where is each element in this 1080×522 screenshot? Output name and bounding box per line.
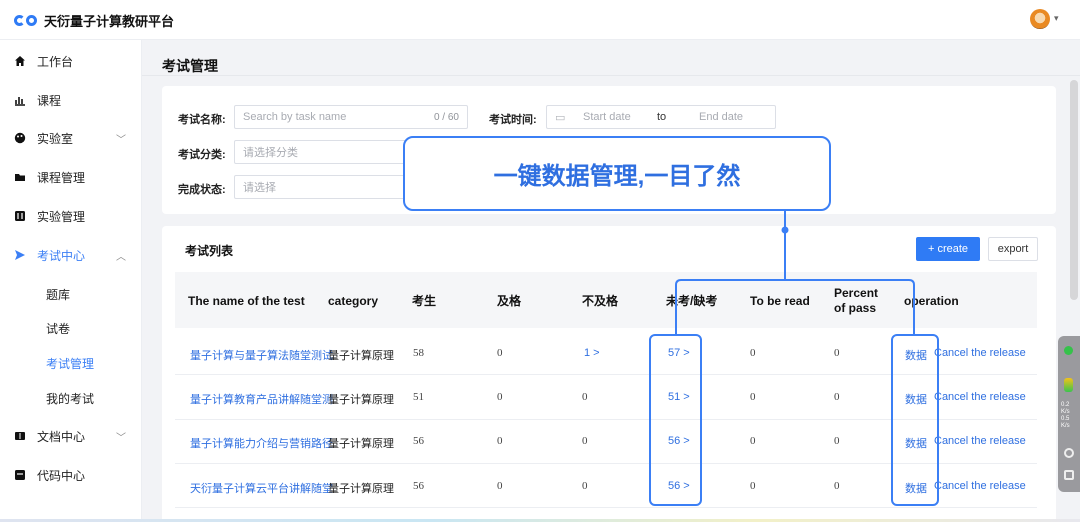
column-header-name: The name of the test (188, 294, 305, 308)
sidebar-item-code[interactable]: 代码中心 (0, 457, 142, 493)
sidebar-item-lab[interactable]: 实验室 ﹀ (0, 120, 142, 156)
exam-name-link[interactable]: 量子计算教育产品讲解随堂测 (190, 391, 333, 407)
table-cell-examinees: 51 (413, 391, 424, 403)
completion-status-select[interactable]: 请选择 (234, 175, 414, 199)
table-cell-pass: 0 (497, 347, 503, 359)
cancel-release-button[interactable]: Cancel the release (934, 480, 1026, 492)
table-cell-pass: 0 (497, 435, 503, 447)
exam-category-select[interactable]: 请选择分类 (234, 140, 414, 164)
export-button[interactable]: export (988, 237, 1038, 261)
calendar-icon: ▭ (555, 112, 566, 124)
highlight-absent-column (649, 334, 702, 506)
table-cell-category: 量子计算原理 (328, 350, 394, 362)
grid-icon (14, 210, 26, 222)
sidebar-item-course-management[interactable]: 课程管理 (0, 159, 142, 195)
table-cell-percent: 0 (834, 391, 840, 403)
exam-list-title: 考试列表 (185, 244, 234, 258)
table-cell-to-be-read: 0 (750, 347, 756, 359)
fail-count-link[interactable]: 1 > (584, 347, 600, 359)
table-cell-percent: 0 (834, 347, 840, 359)
exam-category-label: 考试分类: (178, 149, 226, 161)
table-cell-to-be-read: 0 (750, 435, 756, 447)
code-icon (14, 469, 26, 481)
sidebar-item-exam-center[interactable]: 考试中心 ︿ (0, 237, 142, 273)
date-range-picker[interactable]: ▭ Start date to End date (546, 105, 776, 129)
table-cell-category: 量子计算原理 (328, 394, 394, 406)
palette-icon (14, 132, 26, 144)
table-cell-pass: 0 (497, 391, 503, 403)
column-header-examinees: 考生 (412, 294, 437, 308)
highlight-data-column (891, 334, 939, 506)
column-header-fail: 不及格 (582, 294, 619, 308)
scrollbar[interactable] (1070, 80, 1078, 300)
table-cell-category: 量子计算原理 (328, 483, 394, 495)
cancel-release-button[interactable]: Cancel the release (934, 435, 1026, 447)
send-icon (14, 249, 26, 261)
table-cell-category: 量子计算原理 (328, 438, 394, 450)
exam-name-link[interactable]: 量子计算能力介绍与营销路径 (190, 435, 333, 451)
table-cell-examinees: 58 (413, 347, 424, 359)
table-row (175, 507, 1037, 508)
sidebar-item-lab-management[interactable]: 实验管理 (0, 198, 142, 234)
chart-icon (14, 94, 26, 106)
column-header-pass: 及格 (497, 294, 522, 308)
table-cell-percent: 0 (834, 435, 840, 447)
callout-banner: 一键数据管理,一目了然 (403, 136, 831, 211)
table-cell-fail: 0 (582, 435, 588, 447)
status-dot-icon (1064, 346, 1073, 355)
chevron-down-icon: ﹀ (116, 432, 126, 444)
char-count: 0 / 60 (433, 111, 459, 123)
sidebar-sub-question-bank[interactable]: 题库 (0, 277, 142, 311)
exam-name-link[interactable]: 天衍量子计算云平台讲解随堂 (190, 480, 333, 496)
table-cell-fail: 0 (582, 480, 588, 492)
table-cell-to-be-read: 0 (750, 391, 756, 403)
table-cell-to-be-read: 0 (750, 480, 756, 492)
column-header-category: category (328, 294, 379, 308)
logo-icon (14, 15, 37, 26)
exam-name-input[interactable]: Search by task name 0 / 60 (234, 105, 468, 129)
table-cell-examinees: 56 (413, 435, 424, 447)
panel-icon[interactable] (1064, 470, 1074, 480)
speed-readout: 0.2 K/s 0.5 K/s (1061, 402, 1070, 429)
refresh-icon[interactable] (1064, 448, 1074, 458)
sidebar-sub-papers[interactable]: 试卷 (0, 311, 142, 345)
exam-name-label: 考试名称: (178, 114, 226, 126)
chevron-down-icon: ﹀ (116, 134, 126, 146)
page-title: 考试管理 (162, 58, 218, 74)
divider (142, 75, 1080, 76)
app-logo[interactable]: 天衍量子计算教研平台 (14, 11, 174, 30)
sidebar-sub-my-exams[interactable]: 我的考试 (0, 381, 142, 415)
exam-name-link[interactable]: 量子计算与量子算法随堂测试 (190, 347, 333, 363)
sidebar: 工作台 课程 实验室 ﹀ 课程管理 实验管理 考试中心 ︿ 题库 试卷 考试管理… (0, 40, 142, 522)
folder-icon (14, 171, 26, 183)
table-cell-pass: 0 (497, 480, 503, 492)
exam-time-label: 考试时间: (489, 114, 537, 126)
avatar[interactable] (1030, 9, 1050, 29)
network-monitor-widget[interactable]: 0.2 K/s 0.5 K/s (1058, 336, 1080, 492)
sidebar-item-docs[interactable]: 文档中心 ﹀ (0, 418, 142, 454)
book-icon (14, 430, 26, 442)
app-title: 天衍量子计算教研平台 (44, 14, 175, 29)
create-button[interactable]: + create (916, 237, 980, 261)
top-bar: 天衍量子计算教研平台 ▾ (0, 0, 1080, 40)
completion-status-label: 完成状态: (178, 184, 226, 196)
table-cell-examinees: 56 (413, 480, 424, 492)
cancel-release-button[interactable]: Cancel the release (934, 347, 1026, 359)
chevron-up-icon: ︿ (116, 251, 126, 263)
cancel-release-button[interactable]: Cancel the release (934, 391, 1026, 403)
home-icon (14, 55, 26, 67)
callout-connector (675, 210, 915, 334)
chevron-down-icon[interactable]: ▾ (1054, 13, 1059, 24)
battery-icon (1064, 378, 1073, 392)
table-cell-fail: 0 (582, 391, 588, 403)
sidebar-item-workbench[interactable]: 工作台 (0, 43, 142, 79)
sidebar-sub-exam-management[interactable]: 考试管理 (0, 346, 142, 380)
sidebar-item-course[interactable]: 课程 (0, 82, 142, 118)
table-cell-percent: 0 (834, 480, 840, 492)
